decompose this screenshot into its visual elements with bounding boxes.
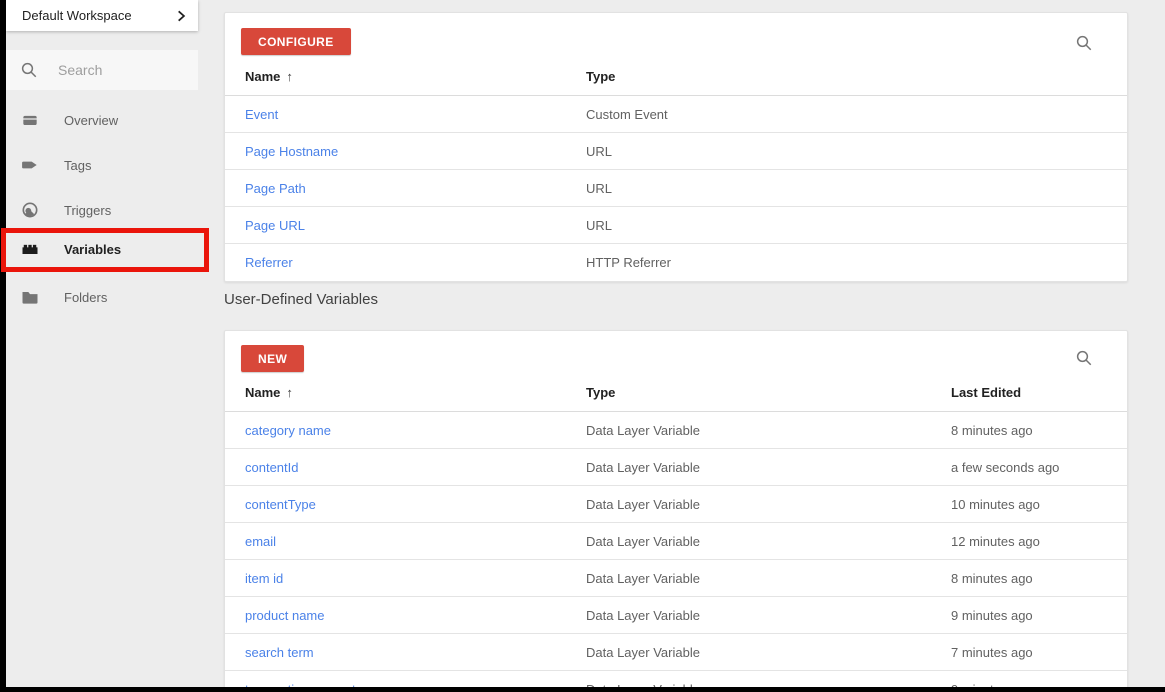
table-row[interactable]: Page Path URL (225, 170, 1127, 207)
screenshot-border-left (0, 0, 6, 692)
tag-icon (20, 155, 40, 175)
sidebar-item-label: Triggers (64, 203, 111, 218)
builtin-variables-card: CONFIGURE Name ↑ Type Event Custom Event (224, 12, 1128, 282)
variable-last-edited: a few seconds ago (951, 460, 1059, 475)
table-row[interactable]: Referrer HTTP Referrer (225, 244, 1127, 281)
section-title-user-defined: User-Defined Variables (224, 291, 378, 308)
variable-type: Data Layer Variable (586, 534, 700, 549)
variables-icon (20, 239, 40, 259)
search-icon[interactable] (1075, 34, 1093, 52)
table-row[interactable]: product name Data Layer Variable 9 minut… (225, 597, 1127, 634)
table-row[interactable]: item id Data Layer Variable 8 minutes ag… (225, 560, 1127, 597)
variable-name-link[interactable]: Page Hostname (245, 144, 338, 159)
variable-type: URL (586, 218, 612, 233)
variable-name-link[interactable]: Page Path (245, 181, 306, 196)
variable-type: Data Layer Variable (586, 645, 700, 660)
user-defined-variables-card: NEW Name ↑ Type Last Edited category nam… (224, 330, 1128, 692)
variable-name-link[interactable]: Page URL (245, 218, 305, 233)
sidebar-search-input[interactable]: Search (6, 50, 198, 90)
variable-name-link[interactable]: email (245, 534, 276, 549)
variable-last-edited: 8 minutes ago (951, 571, 1033, 586)
variable-last-edited: 12 minutes ago (951, 534, 1040, 549)
table-row[interactable]: category name Data Layer Variable 8 minu… (225, 412, 1127, 449)
variable-type: Data Layer Variable (586, 608, 700, 623)
variable-type: URL (586, 144, 612, 159)
column-header-name[interactable]: Name ↑ (245, 58, 293, 95)
screenshot-border-bottom (0, 687, 1165, 692)
variable-type: Data Layer Variable (586, 460, 700, 475)
variable-name-link[interactable]: contentType (245, 497, 316, 512)
user-defined-table-body: category name Data Layer Variable 8 minu… (225, 412, 1127, 692)
variable-last-edited: 9 minutes ago (951, 608, 1033, 623)
variable-name-link[interactable]: category name (245, 423, 331, 438)
column-header-type[interactable]: Type (586, 58, 615, 95)
variable-name-link[interactable]: contentId (245, 460, 299, 475)
variable-type: URL (586, 181, 612, 196)
variable-type: Data Layer Variable (586, 423, 700, 438)
user-defined-table-header: Name ↑ Type Last Edited (225, 374, 1127, 412)
variable-last-edited: 7 minutes ago (951, 645, 1033, 660)
variable-type: HTTP Referrer (586, 255, 671, 270)
variable-last-edited: 8 minutes ago (951, 423, 1033, 438)
search-icon (20, 61, 38, 79)
sidebar-item-triggers[interactable]: Triggers (6, 192, 198, 228)
chevron-right-icon[interactable] (174, 9, 188, 23)
variable-type: Data Layer Variable (586, 571, 700, 586)
variable-name-link[interactable]: Event (245, 107, 278, 122)
search-placeholder: Search (58, 62, 102, 78)
gtm-variables-page: Default Workspace Search Overview Tags T… (0, 0, 1165, 692)
sidebar-item-overview[interactable]: Overview (6, 102, 198, 138)
sidebar-item-label: Variables (64, 242, 121, 257)
sidebar-item-label: Folders (64, 290, 107, 305)
table-row[interactable]: contentId Data Layer Variable a few seco… (225, 449, 1127, 486)
search-icon[interactable] (1075, 349, 1093, 367)
table-row[interactable]: Page URL URL (225, 207, 1127, 244)
builtin-table-header: Name ↑ Type (225, 58, 1127, 96)
sort-ascending-icon: ↑ (286, 385, 293, 400)
configure-button[interactable]: CONFIGURE (241, 28, 351, 55)
sidebar-item-label: Tags (64, 158, 91, 173)
sidebar-item-tags[interactable]: Tags (6, 147, 198, 183)
variable-type: Data Layer Variable (586, 497, 700, 512)
variable-name-link[interactable]: Referrer (245, 255, 293, 270)
table-row[interactable]: email Data Layer Variable 12 minutes ago (225, 523, 1127, 560)
variable-last-edited: 10 minutes ago (951, 497, 1040, 512)
variable-name-link[interactable]: search term (245, 645, 314, 660)
table-row[interactable]: Page Hostname URL (225, 133, 1127, 170)
builtin-table-body: Event Custom Event Page Hostname URL Pag… (225, 96, 1127, 281)
variable-name-link[interactable]: item id (245, 571, 283, 586)
sidebar-item-label: Overview (64, 113, 118, 128)
table-row[interactable]: contentType Data Layer Variable 10 minut… (225, 486, 1127, 523)
column-header-type[interactable]: Type (586, 374, 615, 411)
overview-icon (20, 110, 40, 130)
workspace-name: Default Workspace (22, 8, 174, 23)
new-button[interactable]: NEW (241, 345, 304, 372)
sort-ascending-icon: ↑ (286, 69, 293, 84)
table-row[interactable]: search term Data Layer Variable 7 minute… (225, 634, 1127, 671)
variable-type: Custom Event (586, 107, 668, 122)
column-header-last-edited[interactable]: Last Edited (951, 374, 1021, 411)
sidebar-item-variables[interactable]: Variables (6, 231, 198, 267)
column-header-name[interactable]: Name ↑ (245, 374, 293, 411)
triggers-icon (20, 200, 40, 220)
folder-icon (20, 287, 40, 307)
table-row[interactable]: Event Custom Event (225, 96, 1127, 133)
variable-name-link[interactable]: product name (245, 608, 325, 623)
workspace-selector[interactable]: Default Workspace (6, 0, 198, 31)
sidebar-item-folders[interactable]: Folders (6, 279, 198, 315)
